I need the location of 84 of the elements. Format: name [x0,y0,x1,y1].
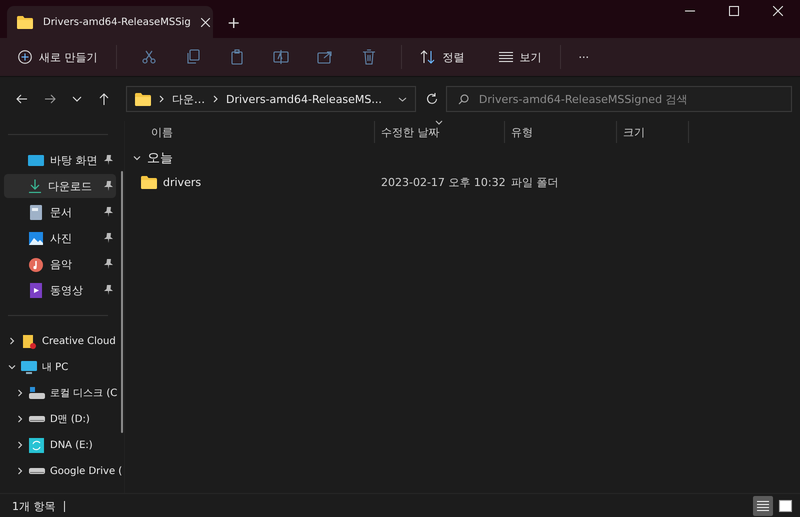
monitor-icon [21,360,37,374]
scissors-icon[interactable] [140,49,156,65]
breadcrumb[interactable]: Drivers-amd64-ReleaseMS... [226,92,382,106]
column-header[interactable]: 유형 [505,121,617,143]
tree-item[interactable]: D맨 (D:) [0,407,90,431]
new-button[interactable]: 새로 만들기 [10,46,106,68]
pin-icon[interactable] [104,155,113,165]
tab-title: Drivers-amd64-ReleaseMSSig [43,16,191,28]
group-header[interactable]: 오늘 [147,149,173,167]
tree-item[interactable]: 내 PC [0,355,68,379]
chevron-right-icon[interactable] [16,441,24,449]
pin-icon[interactable] [104,181,113,191]
chevron-right-icon[interactable] [16,467,24,475]
new-tab-button[interactable]: + [223,13,244,32]
view-button[interactable]: 보기 [490,46,550,68]
date-cell-text: 2023-02-17 오후 10:32 [380,174,505,190]
more-button[interactable]: ··· [570,46,597,68]
tile-icon [778,500,792,512]
chevron-right-icon [213,95,218,103]
rename-icon[interactable] [272,49,288,65]
sidebar-item[interactable]: 음악 [4,252,116,276]
window-tab[interactable]: Drivers-amd64-ReleaseMSSig [7,6,213,38]
folder-icon [141,176,157,188]
chevron-right-icon[interactable] [8,337,16,345]
list-icon [757,500,769,512]
document-icon [28,204,44,220]
sidebar-item[interactable]: 사진 [4,226,116,250]
drive-icon [29,416,45,422]
sort-icon [420,50,436,64]
search-icon [458,94,469,105]
sidebar-item[interactable]: 문서 [4,200,116,224]
sync-drive-icon [29,438,45,452]
search-field[interactable]: Drivers-amd64-ReleaseMSSigned 검색 [446,86,792,112]
tree-item[interactable]: Google Drive ( [0,459,122,483]
address-bar[interactable]: 다운… Drivers-amd64-ReleaseMS... [126,86,416,112]
sort-button[interactable]: 정렬 [412,46,472,68]
sidebar-item[interactable]: 바탕 화면 [4,148,116,172]
sidebar-item[interactable]: 동영상 [4,278,116,302]
folder-icon [17,16,33,28]
item-count: 1개 항목 [12,499,56,514]
pin-icon[interactable] [104,233,113,243]
up-arrow-icon[interactable] [98,93,110,105]
back-icon[interactable] [16,93,28,105]
drive-icon [29,468,45,474]
file-name-cell[interactable]: drivers [131,176,375,188]
refresh-icon[interactable] [426,93,438,105]
column-header[interactable]: 크기 [617,121,689,143]
chevron-right-icon[interactable] [16,389,24,397]
pin-icon[interactable] [104,207,113,217]
desktop-icon [28,152,44,168]
details-view-button[interactable] [753,496,773,516]
list-icon [498,52,512,62]
forward-icon[interactable] [44,93,56,105]
chevron-down-icon[interactable] [8,363,16,371]
folder-icon [135,92,151,106]
chevron-right-icon[interactable] [16,415,24,423]
close-icon[interactable] [200,18,210,26]
chevron-down-icon[interactable] [72,96,82,102]
folder-with-badge-icon [21,334,37,348]
picture-icon [28,230,44,246]
tree-item[interactable]: 로컬 디스크 (C [0,381,118,405]
video-icon [28,282,44,298]
pin-icon[interactable] [104,259,113,269]
trash-icon[interactable] [360,49,376,65]
tree-item[interactable]: DNA (E:) [0,433,93,457]
breadcrumb[interactable]: 다운… [172,92,205,106]
column-header[interactable]: 수정한 날짜 [375,121,505,143]
close-icon[interactable] [773,6,783,16]
system-drive-icon [29,387,45,399]
column-header[interactable]: 이름 [131,121,375,143]
type-cell-text: 파일 폴더 [510,174,560,190]
copy-icon[interactable] [184,49,200,65]
sidebar-item[interactable]: 다운로드 [4,174,116,198]
tree-item[interactable]: Creative Cloud [0,329,116,353]
paste-icon[interactable] [228,49,244,65]
plus-circle-icon [18,50,32,64]
download-icon [28,179,42,193]
chevron-right-icon [159,95,164,103]
share-icon[interactable] [316,49,332,65]
maximize-icon[interactable] [729,6,739,16]
chevron-down-icon[interactable] [133,154,141,162]
pin-icon[interactable] [104,285,113,295]
chevron-down-icon[interactable] [398,96,407,102]
music-note-icon [28,256,44,272]
